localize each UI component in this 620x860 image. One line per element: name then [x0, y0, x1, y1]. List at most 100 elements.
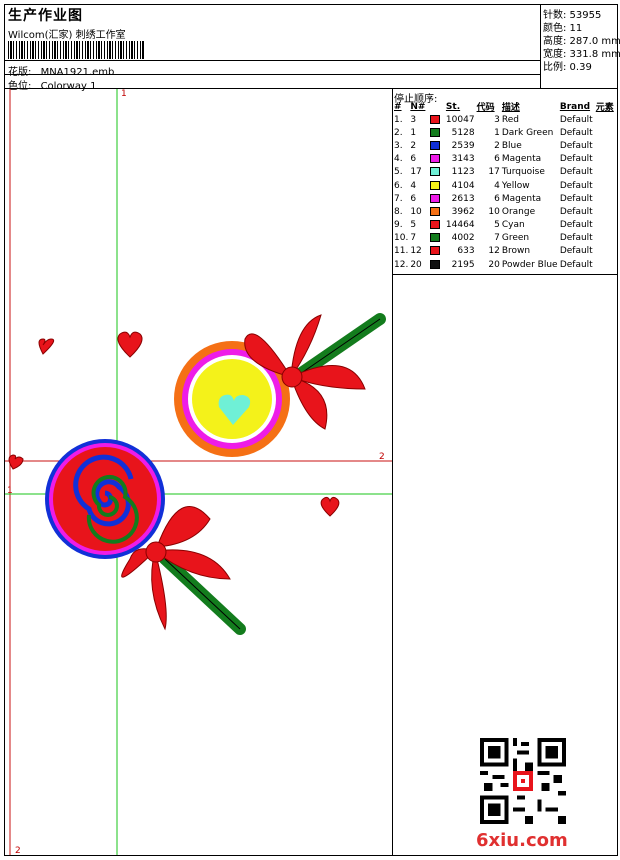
- row-description: Powder Blue: [501, 259, 558, 270]
- row-element: [595, 205, 620, 218]
- row-description: Magenta: [501, 193, 542, 204]
- color-swatch: [430, 140, 441, 150]
- page-title: 生产作业图: [8, 8, 83, 24]
- row-brand: Default: [559, 167, 593, 178]
- table-row: 3. 2 2539 2 Blue Default: [393, 139, 620, 152]
- row-index: 1.: [394, 114, 403, 125]
- row-swatch: [429, 113, 445, 126]
- row-code: 3: [494, 114, 500, 125]
- row-needle: 7: [410, 233, 417, 244]
- color-swatch: [430, 220, 441, 230]
- heart-top: [117, 331, 143, 358]
- row-brand: Default: [559, 259, 593, 270]
- row-stitches: 1123: [451, 167, 475, 178]
- table-row: 1. 3 10047 3 Red Default: [393, 113, 620, 126]
- row-brand: Default: [559, 154, 593, 165]
- row-stitches: 2195: [451, 259, 475, 270]
- row-swatch: [429, 166, 445, 179]
- row-stitches: 2613: [451, 193, 475, 204]
- company-name: Wilcom(汇家) 刺绣工作室: [8, 30, 126, 41]
- row-needle: 10: [410, 206, 422, 217]
- row-needle: 12: [410, 246, 422, 257]
- row-code: 4: [494, 180, 500, 191]
- row-index: 11.: [394, 246, 409, 257]
- guide-label-left: 1: [7, 486, 13, 496]
- row-element: [595, 232, 620, 245]
- row-swatch: [429, 258, 445, 271]
- row-description: Turquoise: [501, 167, 545, 178]
- col-needle: N#: [410, 101, 426, 112]
- guide-label-bottom: 2: [15, 846, 21, 856]
- color-swatch: [430, 114, 441, 124]
- row-description: Magenta: [501, 154, 542, 165]
- color-swatch: [430, 167, 441, 177]
- row-code: 12: [488, 246, 500, 257]
- row-code: 6: [494, 154, 500, 165]
- header-divider-2: [4, 74, 540, 75]
- row-index: 2.: [394, 127, 403, 138]
- row-stitches: 14464: [445, 220, 475, 231]
- row-brand: Default: [559, 114, 593, 125]
- row-index: 7.: [394, 193, 403, 204]
- table-row: 6. 4 4104 4 Yellow Default: [393, 179, 620, 192]
- table-row: 10. 7 4002 7 Green Default: [393, 232, 620, 245]
- row-swatch: [429, 232, 445, 245]
- table-row: 5. 17 1123 17 Turquoise Default: [393, 166, 620, 179]
- row-needle: 1: [410, 127, 417, 138]
- row-stitches: 4002: [451, 233, 475, 244]
- row-brand: Default: [559, 193, 593, 204]
- row-stitches: 3962: [451, 206, 475, 217]
- row-description: Green: [501, 233, 530, 244]
- table-row: 11. 12 633 12 Brown Default: [393, 245, 620, 258]
- col-brand: Brand: [559, 101, 591, 112]
- color-swatch: [430, 127, 441, 137]
- qr-code: [480, 738, 566, 824]
- color-swatch: [430, 193, 441, 203]
- table-row: 4. 6 3143 6 Magenta Default: [393, 153, 620, 166]
- row-brand: Default: [559, 246, 593, 257]
- row-brand: Default: [559, 220, 593, 231]
- heart-small-left: [38, 338, 55, 355]
- row-stitches: 2539: [451, 140, 475, 151]
- row-element: [595, 219, 620, 232]
- row-brand: Default: [559, 206, 593, 217]
- stats-panel: 针数: 53955 颜色: 11 高度: 287.0 mm 宽度: 331.8 …: [540, 4, 620, 88]
- color-swatch: [430, 154, 441, 164]
- color-sequence-table: # N# St. 代码 描述 Brand 元素 1. 3 10047 3 Red Defa…: [393, 100, 620, 271]
- row-code: 6: [494, 193, 500, 204]
- row-needle: 5: [410, 220, 417, 231]
- row-swatch: [429, 219, 445, 232]
- heart-edge-left: [8, 454, 24, 470]
- site-logo: 6xiu.com: [476, 830, 568, 851]
- row-code: 2: [494, 140, 500, 151]
- guide-label-right: 2: [379, 452, 385, 462]
- row-brand: Default: [559, 180, 593, 191]
- row-index: 9.: [394, 220, 403, 231]
- row-brand: Default: [559, 127, 593, 138]
- row-brand: Default: [559, 140, 593, 151]
- color-swatch: [430, 246, 441, 256]
- row-element: [595, 179, 620, 192]
- row-needle: 20: [410, 259, 422, 270]
- row-needle: 3: [410, 114, 417, 125]
- header-block: 生产作业图 Wilcom(汇家) 刺绣工作室 花版: MNA1921.emb 色…: [4, 4, 540, 92]
- row-element: [595, 166, 620, 179]
- color-swatch: [430, 206, 441, 216]
- col-stitches: St.: [445, 101, 461, 112]
- header-divider-1: [4, 60, 540, 61]
- row-description: Cyan: [501, 220, 525, 231]
- row-index: 10.: [394, 233, 409, 244]
- row-needle: 17: [410, 167, 422, 178]
- row-element: [595, 113, 620, 126]
- row-description: Orange: [501, 206, 536, 217]
- row-description: Brown: [501, 246, 531, 257]
- barcode: [8, 41, 144, 59]
- row-code: 17: [488, 167, 500, 178]
- row-element: [595, 126, 620, 139]
- row-description: Dark Green: [501, 127, 554, 138]
- row-index: 8.: [394, 206, 403, 217]
- table-row: 2. 1 5128 1 Dark Green Default: [393, 126, 620, 139]
- row-index: 5.: [394, 167, 403, 178]
- table-row: 9. 5 14464 5 Cyan Default: [393, 219, 620, 232]
- col-code: 代码: [476, 103, 495, 113]
